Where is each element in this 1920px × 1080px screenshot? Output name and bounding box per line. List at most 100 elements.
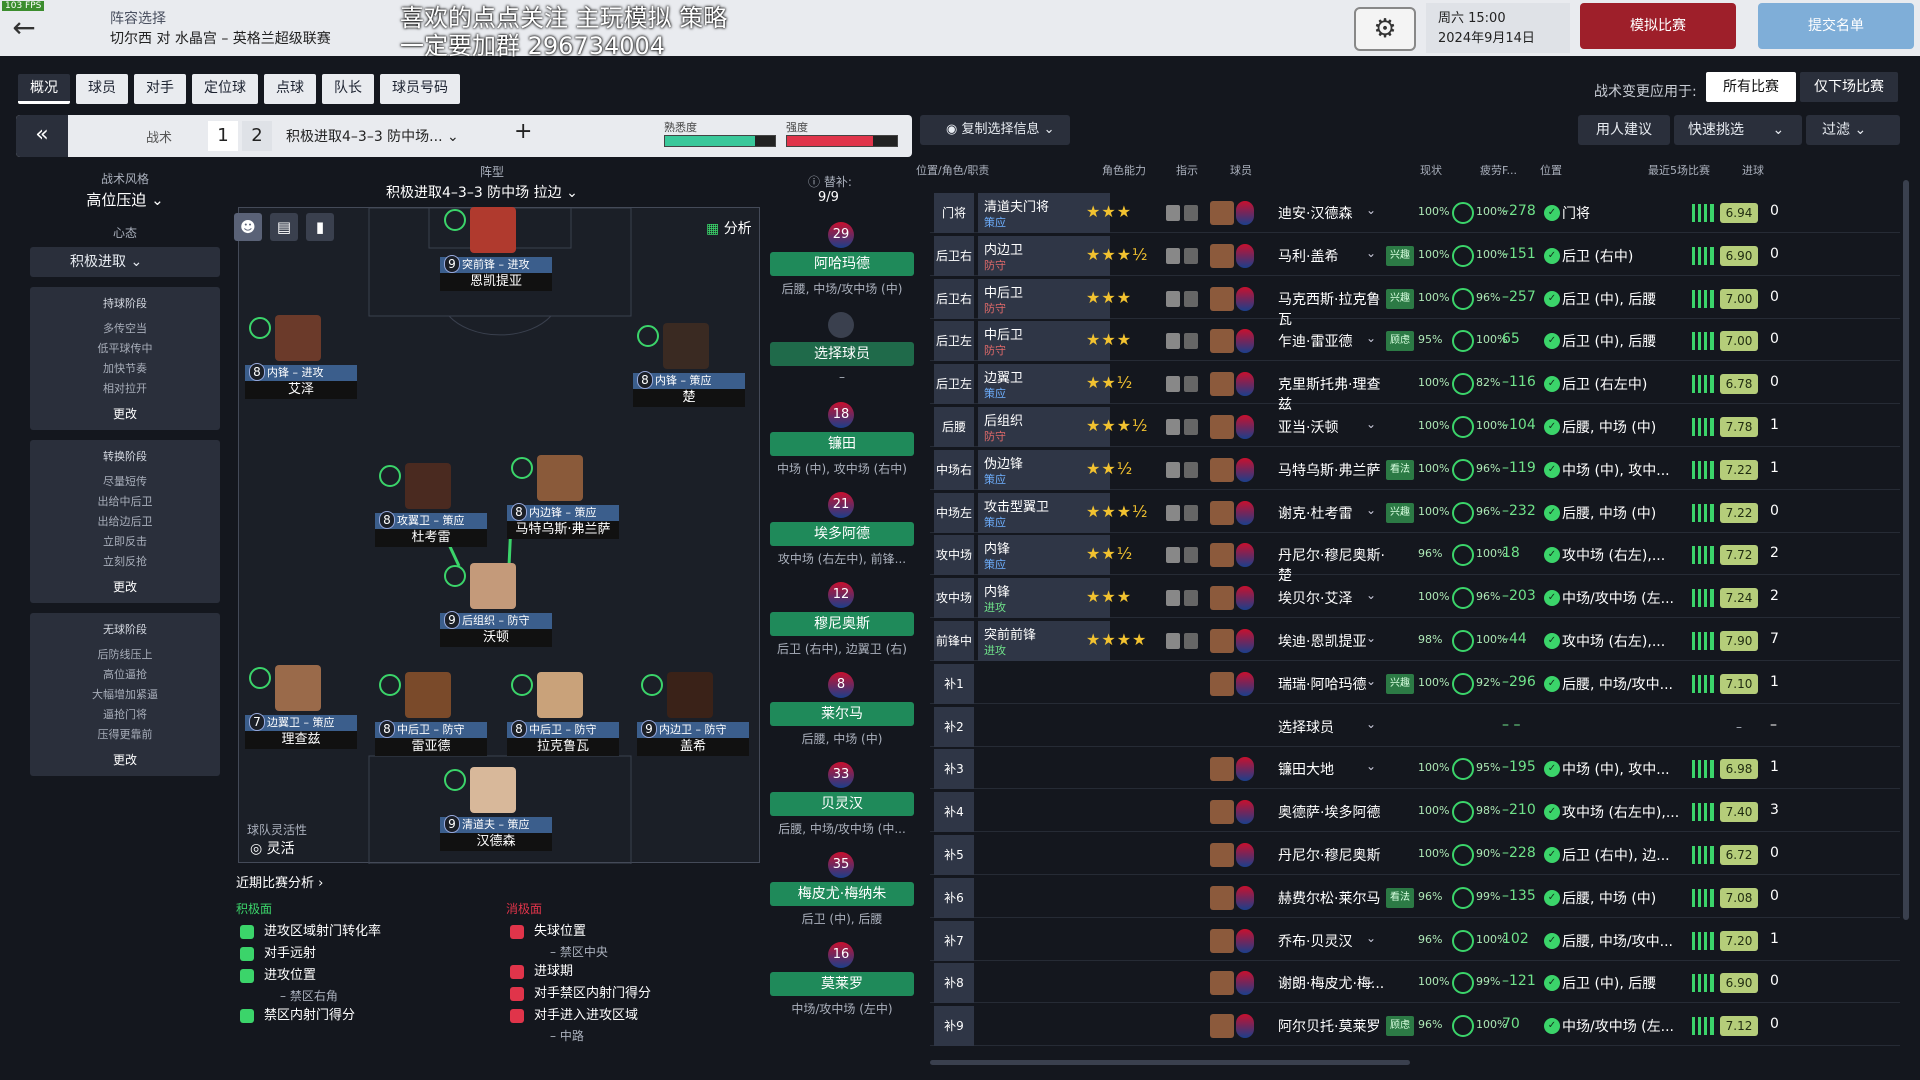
table-row[interactable]: 门将 清道夫门将 策应 ★★★ 迪安·汉德森 ⌄ 100% 100% –278 ✓ 门将 6.94 0 bbox=[930, 193, 1900, 233]
column-header[interactable]: 球员 bbox=[1230, 162, 1252, 178]
phase-edit-button[interactable]: 更改 bbox=[30, 751, 220, 768]
tactic-name-dropdown[interactable]: 积极进取4–3–3 防中场... ⌄ bbox=[286, 126, 459, 146]
sub-slot[interactable]: 29 阿哈玛德 后腰, 中场/攻中场 (中) bbox=[770, 222, 914, 297]
tab-2[interactable]: 对手 bbox=[134, 74, 186, 104]
copy-selection-button[interactable]: ◉ 复制选择信息 ⌄ bbox=[920, 115, 1070, 145]
table-row[interactable]: 补1 瑞瑞·阿哈玛德 ⌄ 兴趣 100% 92% –296 ✓ 后腰, 中场/攻中... 7.10… bbox=[930, 663, 1900, 704]
simulate-match-button[interactable]: 模拟比赛 bbox=[1580, 3, 1736, 49]
chevron-down-icon[interactable]: ⌄ bbox=[1366, 374, 1376, 388]
instruction-icon[interactable] bbox=[1166, 633, 1180, 649]
tab-3[interactable]: 定位球 bbox=[192, 74, 258, 104]
chevron-down-icon[interactable]: ⌄ bbox=[1366, 674, 1376, 688]
player-card-icon[interactable] bbox=[1184, 633, 1198, 649]
table-row[interactable]: 后腰 后组织 防守 ★★★½ 亚当·沃顿 ⌄ 100% 100% –104 ✓ 后腰, 中场 (中)… bbox=[930, 407, 1900, 447]
table-row[interactable]: 补4 奥德萨·埃多阿德 ⌄ 100% 98% –210 ✓ 攻中场 (右左中),... 7.40… bbox=[930, 792, 1900, 833]
chevron-down-icon[interactable]: ⌄ bbox=[1366, 888, 1376, 902]
phase-edit-button[interactable]: 更改 bbox=[30, 578, 220, 595]
chevron-down-icon[interactable]: ⌄ bbox=[1366, 203, 1376, 217]
table-row[interactable]: 后卫右 内边卫 防守 ★★★½ 马利·盖希 ⌄ 兴趣 100% 100% –151 ✓ 后卫 (右中)… bbox=[930, 235, 1900, 276]
table-row[interactable]: 后卫右中中后卫防守★★★马克西斯·拉克鲁瓦⌄兴趣100%96%–257✓后卫 (… bbox=[930, 278, 1900, 346]
selection-advice-button[interactable]: 用人建议 bbox=[1578, 115, 1670, 145]
tab-0[interactable]: 概况 bbox=[18, 74, 70, 104]
sub-slot[interactable]: 12 穆尼奥斯 后卫 (右中), 边翼卫 (右) bbox=[770, 582, 914, 657]
chevron-down-icon[interactable]: ⌄ bbox=[1366, 802, 1376, 816]
pitch-player-card[interactable]: 8 中后卫 – 防守 拉克鲁瓦 bbox=[507, 672, 619, 756]
player-name[interactable]: 雷亚德 bbox=[375, 738, 487, 756]
column-header[interactable]: 角色能力 bbox=[1102, 162, 1146, 178]
sub-slot[interactable]: 选择球员 – bbox=[770, 312, 914, 384]
pitch-player-card[interactable]: 9 后组织 – 防守 沃顿 bbox=[440, 563, 552, 647]
table-row[interactable]: 后卫左中中后卫防守★★★乍迪·雷亚德⌄顾虑95%100%65✓后卫 (中), 后… bbox=[930, 321, 1900, 388]
player-card-icon[interactable] bbox=[1184, 461, 1198, 478]
instruction-icon[interactable] bbox=[1166, 333, 1180, 350]
instruction-icon[interactable] bbox=[1166, 590, 1180, 607]
chevron-down-icon[interactable]: ⌄ bbox=[1366, 289, 1376, 303]
back-arrow-icon[interactable]: ← bbox=[6, 10, 42, 46]
player-name[interactable]: 拉克鲁瓦 bbox=[507, 738, 619, 756]
pitch-player-card[interactable]: 8 内边锋 – 策应 马特乌斯·弗兰萨 bbox=[507, 455, 619, 539]
player-name[interactable]: 沃顿 bbox=[440, 629, 552, 647]
tactic-slot-1[interactable]: 1 bbox=[208, 121, 238, 151]
sub-slot[interactable]: 16 莫莱罗 中场/攻中场 (左中) bbox=[770, 942, 914, 1017]
pitch-player-card[interactable]: 9 清道夫 – 策应 汉德森 bbox=[440, 767, 552, 851]
sub-player-name[interactable]: 梅皮尤·梅纳朱 bbox=[770, 882, 914, 906]
column-header[interactable]: 指示 bbox=[1176, 162, 1198, 178]
analyze-button[interactable]: ▦ 分析 bbox=[706, 218, 752, 238]
phase-edit-button[interactable]: 更改 bbox=[30, 405, 220, 422]
formation-dropdown[interactable]: 积极进取4–3–3 防中场 拉边 ⌄ bbox=[386, 182, 578, 202]
sub-player-name[interactable]: 镰田 bbox=[770, 432, 914, 456]
quick-pick-dropdown[interactable]: 快速挑选 ⌄ bbox=[1674, 115, 1802, 145]
sub-player-name[interactable]: 埃多阿德 bbox=[770, 522, 914, 546]
chevron-down-icon[interactable]: ⌄ bbox=[1366, 331, 1376, 345]
mentality-dropdown[interactable]: 积极进取 ⌄ bbox=[30, 247, 220, 277]
sub-player-name[interactable]: 莱尔马 bbox=[770, 702, 914, 726]
player-name[interactable]: 马特乌斯·弗兰萨 bbox=[507, 521, 619, 539]
table-row[interactable]: 前锋中 突前前锋 进攻 ★★★★ 埃迪·恩凯提亚 ⌄ 98% 100% –44 ✓ 攻中场 (右左)… bbox=[930, 621, 1900, 661]
pitch-player-card[interactable]: 9 突前锋 – 进攻 恩凯提亚 bbox=[440, 207, 552, 291]
table-row[interactable]: 补8 谢朗·梅皮尤·梅... ⌄ 100% 99% –121 ✓ 后卫 (中), 后腰 6.90… bbox=[930, 963, 1900, 1004]
player-name[interactable]: 楚 bbox=[633, 389, 745, 407]
player-name[interactable]: 恩凯提亚 bbox=[440, 273, 552, 291]
instruction-icon[interactable] bbox=[1166, 376, 1180, 393]
sub-slot[interactable]: 35 梅皮尤·梅纳朱 后卫 (中), 后腰 bbox=[770, 852, 914, 927]
column-header[interactable]: 疲劳F... bbox=[1480, 162, 1517, 178]
table-row[interactable]: 补9 阿尔贝托·莫莱罗 ⌄ 顾虑 96% 100% 70 ✓ 中场/攻中场 (左... 7.12 0 bbox=[930, 1006, 1900, 1047]
chevron-down-icon[interactable]: ⌄ bbox=[1366, 759, 1376, 773]
tactic-slot-2[interactable]: 2 bbox=[242, 121, 272, 151]
recent-analysis-link[interactable]: 近期比赛分析 › bbox=[236, 872, 766, 891]
column-header[interactable]: 位置/角色/职责 bbox=[916, 162, 989, 178]
submit-lineup-button[interactable]: 提交名单 bbox=[1758, 3, 1914, 49]
tab-5[interactable]: 队长 bbox=[322, 74, 374, 104]
instruction-icon[interactable] bbox=[1166, 419, 1180, 435]
pitch-player-card[interactable]: 8 攻翼卫 – 策应 杜考雷 bbox=[375, 463, 487, 547]
table-row[interactable]: 补3 镰田大地 ⌄ 100% 95% –195 ✓ 中场 (中), 攻中... 6.98 1 bbox=[930, 749, 1900, 790]
style-dropdown[interactable]: 高位压迫 ⌄ bbox=[30, 189, 220, 210]
sub-slot[interactable]: 21 埃多阿德 攻中场 (右左中), 前锋... bbox=[770, 492, 914, 567]
chevron-down-icon[interactable]: ⌄ bbox=[1366, 417, 1376, 431]
settings-gear-icon[interactable]: ⚙ bbox=[1354, 7, 1416, 51]
player-name[interactable]: 杜考雷 bbox=[375, 529, 487, 547]
sub-player-name[interactable]: 贝灵汉 bbox=[770, 792, 914, 816]
tab-4[interactable]: 点球 bbox=[264, 74, 316, 104]
apply-next-match-button[interactable]: 仅下场比赛 bbox=[1800, 72, 1898, 102]
instruction-icon[interactable] bbox=[1166, 547, 1180, 564]
pitch-player-card[interactable]: 9 内边卫 – 防守 盖希 bbox=[637, 672, 749, 756]
table-row[interactable]: 中场左 攻击型翼卫 策应 ★★★½ 谢克·杜考雷 ⌄ 兴趣 100% 96% –232 ✓ 后腰, 中… bbox=[930, 492, 1900, 533]
sub-player-name[interactable]: 穆尼奥斯 bbox=[770, 612, 914, 636]
instruction-icon[interactable] bbox=[1166, 461, 1180, 478]
player-card-icon[interactable] bbox=[1184, 419, 1198, 435]
chevron-down-icon[interactable]: ⌄ bbox=[1366, 631, 1376, 645]
player-card-icon[interactable] bbox=[1184, 333, 1198, 350]
player-card-icon[interactable] bbox=[1184, 590, 1198, 607]
player-name[interactable]: 理查兹 bbox=[245, 731, 357, 749]
player-card-icon[interactable] bbox=[1184, 205, 1198, 221]
player-name[interactable]: 艾泽 bbox=[245, 381, 357, 399]
player-card-icon[interactable] bbox=[1184, 247, 1198, 264]
chevron-down-icon[interactable]: ⌄ bbox=[1366, 1016, 1376, 1030]
player-view-icon[interactable]: ☻ bbox=[234, 213, 262, 241]
table-row[interactable]: 后卫左 边翼卫 策应 ★★½ 克里斯托弗·理查兹 ⌄ 100% 82% –116 ✓ 后卫 (右左中… bbox=[930, 364, 1900, 413]
player-name[interactable]: 盖希 bbox=[637, 738, 749, 756]
table-row[interactable]: 攻中场左内锋进攻★★★埃贝尔·艾泽⌄100%96%–203✓中场/攻中场 (左.… bbox=[930, 578, 1900, 645]
column-header[interactable]: 最近5场比赛 bbox=[1648, 162, 1710, 178]
pitch-player-card[interactable]: 8 中后卫 – 防守 雷亚德 bbox=[375, 672, 487, 756]
